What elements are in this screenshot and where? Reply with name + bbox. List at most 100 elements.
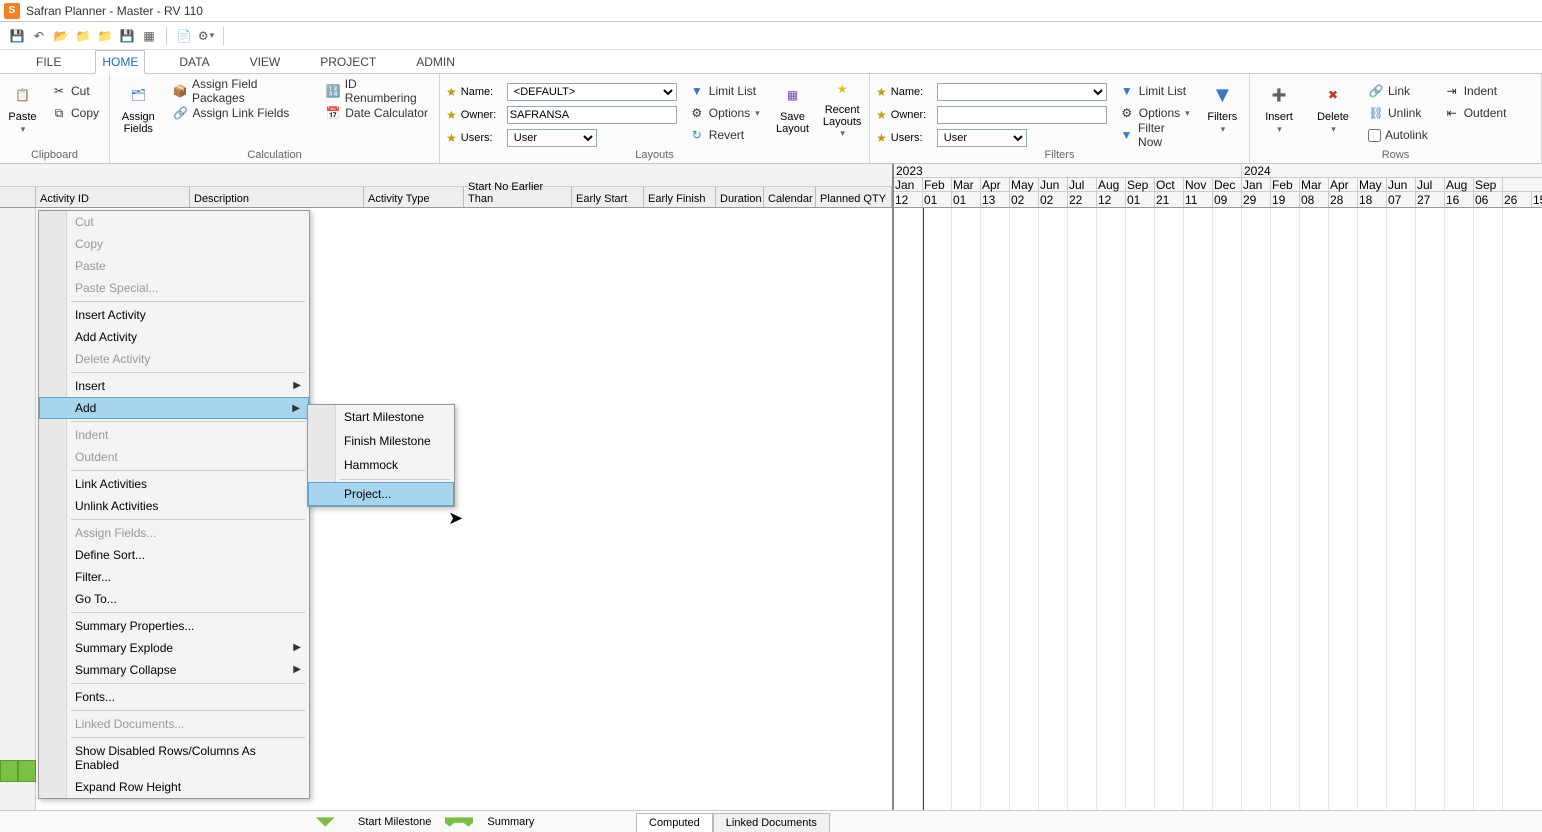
submenu-project[interactable]: Project... [308,482,454,506]
layout-owner-star-icon: ★ [446,108,457,122]
menu-summary-explode[interactable]: Summary Explode▶ [39,637,309,659]
menu-goto[interactable]: Go To... [39,588,309,610]
col-description[interactable]: Description [190,187,364,207]
recent-layouts-button[interactable]: ★ Recent Layouts ▾ [821,77,863,139]
ribbon-tabs: FILE HOME DATA VIEW PROJECT ADMIN [0,50,1542,74]
layout-owner-input[interactable] [507,106,677,124]
grid-icon[interactable]: ▦ [140,27,158,45]
indent-button[interactable]: ⇥Indent [1440,81,1511,101]
insert-row-button[interactable]: ➕ Insert ▾ [1256,77,1302,139]
gear-icon: ⚙ [689,105,705,121]
menu-add-activity[interactable]: Add Activity [39,326,309,348]
filter-now-label: Filter Now [1138,121,1190,149]
menu-summary-collapse-label: Summary Collapse [75,663,176,677]
paste-button[interactable]: 📋 Paste ▾ [6,77,39,139]
settings-caret-icon[interactable]: ⚙▾ [197,27,215,45]
menu-link-activities[interactable]: Link Activities [39,473,309,495]
menu-linked-documents[interactable]: Linked Documents... [39,713,309,735]
menu-paste[interactable]: Paste [39,255,309,277]
document-icon[interactable]: 📄 [175,27,193,45]
col-early-start[interactable]: Early Start [572,187,644,207]
filter-now-button[interactable]: ▼Filter Now [1115,125,1194,145]
date-calculator-button[interactable]: 📅Date Calculator [321,103,433,123]
menu-fonts[interactable]: Fonts... [39,686,309,708]
folder-icon[interactable]: 📁 [74,27,92,45]
row-number-header[interactable] [0,187,36,207]
id-renumbering-button[interactable]: 🔢ID Renumbering [321,81,433,101]
gantt-chart[interactable] [892,208,1542,810]
tab-computed[interactable]: Computed [636,813,713,832]
tab-home[interactable]: HOME [95,50,145,74]
menu-indent[interactable]: Indent [39,424,309,446]
menu-filter[interactable]: Filter... [39,566,309,588]
revert-button[interactable]: ↻Revert [685,125,764,145]
submenu-hammock[interactable]: Hammock [308,453,454,477]
col-activity-type[interactable]: Activity Type [364,187,464,207]
filters-button[interactable]: ▼ Filters ▾ [1202,77,1243,139]
tab-view[interactable]: VIEW [244,51,287,73]
menu-assign-fields[interactable]: Assign Fields... [39,522,309,544]
paste-label: Paste [8,111,36,123]
submenu-start-milestone[interactable]: Start Milestone [308,405,454,429]
col-early-finish[interactable]: Early Finish [644,187,716,207]
separator [166,27,167,45]
assign-field-packages-button[interactable]: 📦Assign Field Packages [169,81,314,101]
filter-name-select[interactable] [937,83,1107,101]
menu-delete-activity[interactable]: Delete Activity [39,348,309,370]
menu-unlink-activities[interactable]: Unlink Activities [39,495,309,517]
layout-name-select[interactable]: <DEFAULT> [507,83,677,101]
undo-icon[interactable]: ↶ [30,27,48,45]
filter-owner-input[interactable] [937,106,1107,124]
menu-paste-special[interactable]: Paste Special... [39,277,309,299]
group-filters: ★ Name: ★ Owner: ★ Users: User ▼Limit Li… [870,74,1250,163]
unlink-button[interactable]: ⛓Unlink [1364,103,1432,123]
tab-file[interactable]: FILE [30,51,67,73]
tab-project[interactable]: PROJECT [314,51,382,73]
menu-insert[interactable]: Insert▶ [39,375,309,397]
col-planned-qty[interactable]: Planned QTY [816,187,892,207]
cut-button[interactable]: ✂Cut [47,81,103,101]
folder-arrow-icon[interactable]: 📁 [96,27,114,45]
menu-expand-row-height[interactable]: Expand Row Height [39,776,309,798]
col-duration[interactable]: Duration [716,187,764,207]
cut-label: Cut [71,84,90,98]
menu-outdent[interactable]: Outdent [39,446,309,468]
menu-summary-collapse[interactable]: Summary Collapse▶ [39,659,309,681]
options-label: Options [709,106,750,120]
outdent-button[interactable]: ⇤Outdent [1440,103,1511,123]
menu-define-sort[interactable]: Define Sort... [39,544,309,566]
filter-limit-list-button[interactable]: ▼Limit List [1115,81,1194,101]
menu-cut[interactable]: Cut [39,211,309,233]
filter-users-select[interactable]: User [937,129,1027,147]
revert-icon: ↻ [689,127,705,143]
menu-summary-properties[interactable]: Summary Properties... [39,615,309,637]
link-button[interactable]: 🔗Link [1364,81,1432,101]
menu-show-disabled[interactable]: Show Disabled Rows/Columns As Enabled [39,740,309,776]
assign-fields-button[interactable]: 🗂 Assign Fields [116,77,161,139]
limit-list-label: Limit List [709,84,756,98]
save-layout-label: Save Layout [776,111,809,135]
options-button[interactable]: ⚙Options▾ [685,103,764,123]
save-icon[interactable]: 💾 [8,27,26,45]
col-calendar[interactable]: Calendar [764,187,816,207]
open-folder-icon[interactable]: 📂 [52,27,70,45]
save-disk-icon[interactable]: 💾 [118,27,136,45]
menu-insert-activity[interactable]: Insert Activity [39,304,309,326]
autolink-checkbox[interactable] [1368,129,1381,142]
submenu-finish-milestone[interactable]: Finish Milestone [308,429,454,453]
layout-users-select[interactable]: User [507,129,597,147]
assign-link-fields-button[interactable]: 🔗Assign Link Fields [169,103,314,123]
save-layout-button[interactable]: ▦ Save Layout [772,77,814,139]
menu-add[interactable]: Add▶ [39,397,309,419]
autolink-button[interactable]: Autolink [1364,125,1432,145]
limit-list-button[interactable]: ▼Limit List [685,81,764,101]
filter-options-button[interactable]: ⚙Options▾ [1115,103,1194,123]
delete-row-button[interactable]: ✖ Delete ▾ [1310,77,1356,139]
tab-linked-documents[interactable]: Linked Documents [713,813,830,832]
col-start-no-earlier[interactable]: Start No Earlier Than [464,187,572,207]
tab-admin[interactable]: ADMIN [410,51,461,73]
col-activity-id[interactable]: Activity ID [36,187,190,207]
tab-data[interactable]: DATA [173,51,215,73]
copy-button[interactable]: ⧉Copy [47,103,103,123]
menu-copy[interactable]: Copy [39,233,309,255]
